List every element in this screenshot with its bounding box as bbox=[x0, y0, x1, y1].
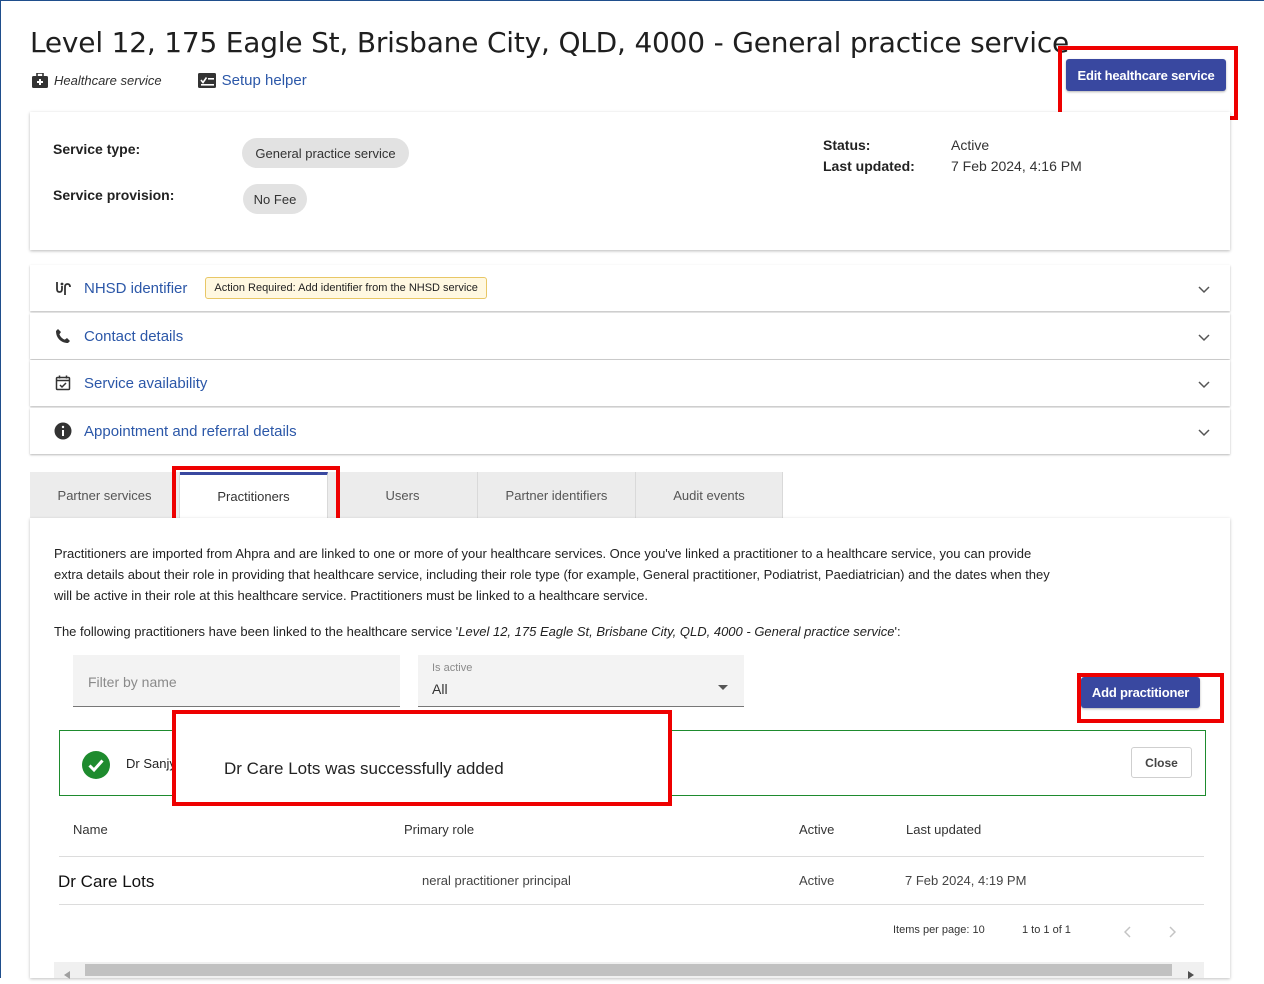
chevron-down-icon bbox=[1198, 281, 1210, 297]
scroll-left-arrow-icon[interactable] bbox=[64, 966, 70, 984]
previous-page-icon[interactable] bbox=[1123, 925, 1132, 943]
column-header-last-updated[interactable]: Last updated bbox=[906, 822, 981, 837]
horizontal-scrollbar[interactable] bbox=[54, 962, 1204, 979]
scrollbar-thumb[interactable] bbox=[85, 964, 1172, 976]
page-title: Level 12, 175 Eagle St, Brisbane City, Q… bbox=[30, 26, 1070, 59]
next-page-icon[interactable] bbox=[1168, 925, 1177, 943]
intro-line: will be active in their role at this hea… bbox=[54, 588, 648, 603]
highlight-box-practitioners-tab bbox=[172, 466, 340, 522]
filter-by-name-placeholder: Filter by name bbox=[88, 674, 177, 690]
checklist-icon bbox=[197, 73, 216, 88]
chevron-down-icon bbox=[1198, 329, 1210, 345]
cell-name: Dr Care Lots bbox=[58, 872, 155, 891]
window-frame-left bbox=[0, 0, 1, 978]
page-subheader: Healthcare service Setup helper bbox=[32, 72, 307, 89]
calendar-check-icon bbox=[54, 374, 72, 392]
column-header-name[interactable]: Name bbox=[73, 822, 108, 837]
page-range: 1 to 1 of 1 bbox=[1022, 924, 1071, 936]
last-updated-value: 7 Feb 2024, 4:16 PM bbox=[951, 158, 1082, 174]
column-header-active[interactable]: Active bbox=[799, 822, 834, 837]
service-provision-chip: No Fee bbox=[243, 184, 307, 214]
items-per-page[interactable]: Items per page: 10 bbox=[893, 924, 985, 936]
highlight-box-edit bbox=[1058, 46, 1238, 120]
action-required-badge: Action Required: Add identifier from the… bbox=[205, 277, 487, 299]
last-updated-label: Last updated: bbox=[823, 158, 915, 174]
cell-primary-role: neral practitioner principal bbox=[422, 873, 571, 888]
intro-line: extra details about their role in provid… bbox=[54, 567, 1050, 582]
nhsd-identifier-icon bbox=[54, 279, 72, 297]
cell-last-updated: 7 Feb 2024, 4:19 PM bbox=[905, 873, 1027, 888]
briefcase-medical-icon bbox=[32, 73, 48, 88]
is-active-select[interactable]: Is active All bbox=[418, 655, 744, 707]
tab-users[interactable]: Users bbox=[328, 472, 478, 518]
cell-active: Active bbox=[799, 873, 835, 888]
alert-close-button[interactable]: Close bbox=[1131, 747, 1192, 778]
linked-practitioners-note: The following practitioners have been li… bbox=[54, 621, 1214, 642]
is-active-value: All bbox=[432, 681, 448, 697]
status-label: Status: bbox=[823, 137, 871, 153]
phone-icon bbox=[54, 327, 72, 345]
service-summary-card bbox=[30, 112, 1230, 250]
service-type-label: Healthcare service bbox=[54, 73, 162, 88]
chevron-down-icon bbox=[1198, 424, 1210, 440]
nhsd-identifier-title: NHSD identifier bbox=[84, 279, 188, 297]
intro-line: Practitioners are imported from Ahpra an… bbox=[54, 546, 1032, 561]
setup-helper-link[interactable]: Setup helper bbox=[222, 72, 307, 89]
service-type-label: Service type: bbox=[53, 141, 141, 157]
info-icon bbox=[54, 422, 72, 440]
appointment-referral-title: Appointment and referral details bbox=[84, 422, 297, 440]
accordion-nhsd-identifier[interactable]: NHSD identifier Action Required: Add ide… bbox=[30, 265, 1230, 311]
accordion-appointment-referral[interactable]: Appointment and referral details bbox=[30, 408, 1230, 454]
accordion-contact-details[interactable]: Contact details bbox=[30, 313, 1230, 359]
tab-partner-identifiers[interactable]: Partner identifiers bbox=[478, 472, 636, 518]
linked-service-name: Level 12, 175 Eagle St, Brisbane City, Q… bbox=[458, 624, 895, 639]
accordion-service-availability[interactable]: Service availability bbox=[30, 360, 1230, 406]
window-frame-top bbox=[0, 0, 1264, 1]
service-provision-label: Service provision: bbox=[53, 187, 175, 203]
table-divider bbox=[59, 904, 1204, 905]
filter-by-name-field[interactable]: Filter by name bbox=[73, 655, 400, 707]
chevron-down-icon bbox=[1198, 376, 1210, 392]
table-row[interactable]: Dr Care Lots neral practitioner principa… bbox=[54, 857, 1204, 904]
service-type-chip: General practice service bbox=[242, 138, 409, 168]
tab-partner-services[interactable]: Partner services bbox=[30, 472, 180, 518]
highlight-box-success-message bbox=[172, 710, 672, 806]
check-circle-icon bbox=[82, 751, 110, 784]
is-active-label: Is active bbox=[432, 662, 473, 674]
linked-prefix: The following practitioners have been li… bbox=[54, 624, 459, 639]
scroll-right-arrow-icon[interactable] bbox=[1188, 966, 1194, 984]
tab-audit-events[interactable]: Audit events bbox=[636, 472, 783, 518]
highlight-box-add-practitioner bbox=[1077, 673, 1224, 723]
practitioners-intro: Practitioners are imported from Ahpra an… bbox=[54, 543, 1214, 606]
linked-suffix: ': bbox=[894, 624, 901, 639]
contact-details-title: Contact details bbox=[84, 327, 184, 345]
service-availability-title: Service availability bbox=[84, 374, 208, 392]
dropdown-arrow-icon bbox=[718, 678, 728, 696]
status-value: Active bbox=[951, 137, 990, 153]
column-header-primary-role[interactable]: Primary role bbox=[404, 822, 474, 837]
